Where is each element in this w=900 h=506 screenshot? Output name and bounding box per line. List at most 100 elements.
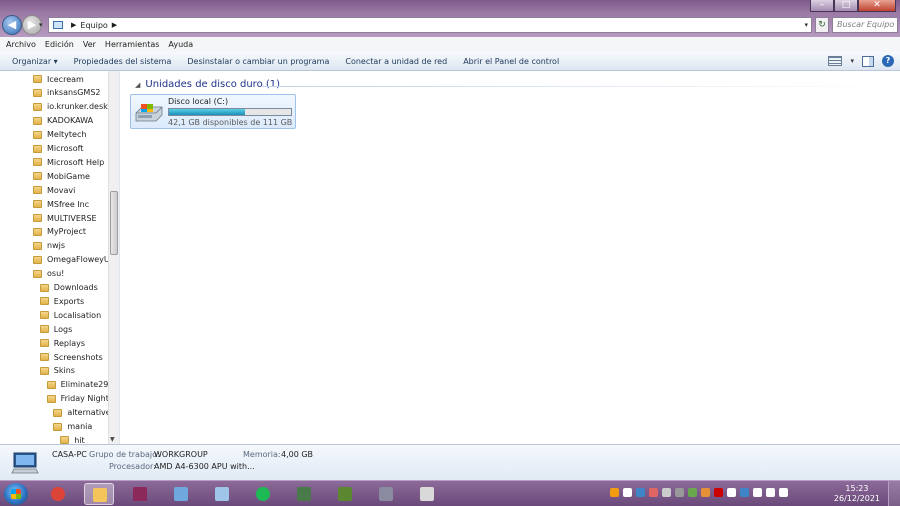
tray-icon[interactable]: [753, 488, 762, 497]
tree-folder-label: Meltytech: [47, 130, 87, 140]
hard-drive-icon: [135, 104, 163, 122]
clock[interactable]: 15:23 26/12/2021: [834, 484, 880, 504]
change-view-icon[interactable]: [828, 56, 843, 66]
view-dropdown-icon[interactable]: ▾: [850, 57, 854, 65]
start-button[interactable]: [4, 483, 28, 505]
scroll-down-icon[interactable]: ▼: [110, 436, 115, 443]
menu-ayuda[interactable]: Ayuda: [168, 40, 193, 49]
tray-icon[interactable]: [610, 488, 619, 497]
refresh-button[interactable]: ↻: [815, 17, 829, 33]
details-pane: CASA-PC Grupo de trabajo: WORKGROUP Memo…: [0, 444, 900, 480]
system-properties-button[interactable]: Propiedades del sistema: [74, 57, 172, 66]
tray-icon[interactable]: [623, 488, 632, 497]
tree-folder-item[interactable]: Skins: [39, 364, 75, 378]
taskbar-app-task-manager[interactable]: [289, 483, 319, 505]
tray-icon[interactable]: [649, 488, 658, 497]
folder-icon: [39, 339, 49, 348]
tree-folder-item[interactable]: Movavi: [33, 183, 75, 197]
breadcrumb-separator-icon[interactable]: ▶: [71, 21, 76, 29]
maximize-button[interactable]: □: [834, 0, 858, 12]
tray-icon[interactable]: [740, 488, 749, 497]
tray-icon[interactable]: [766, 488, 775, 497]
minimize-button[interactable]: –: [810, 0, 834, 12]
tree-folder-item[interactable]: Screenshots: [39, 350, 103, 364]
tray-icon[interactable]: [701, 488, 710, 497]
tray-icon[interactable]: [714, 488, 723, 497]
tree-folder-item[interactable]: Downloads: [39, 281, 98, 295]
tree-folder-item[interactable]: MyProject: [33, 225, 86, 239]
tray-icon[interactable]: [636, 488, 645, 497]
tree-folder-item[interactable]: MULTIVERSE: [33, 211, 97, 225]
tree-folder-item[interactable]: Localisation: [39, 308, 101, 322]
tree-folder-item[interactable]: Replays: [39, 336, 85, 350]
taskbar-app-mouse[interactable]: [371, 483, 401, 505]
drive-usage-bar: [168, 108, 292, 116]
tree-folder-item[interactable]: nwjs: [33, 239, 65, 253]
breadcrumb-equipo[interactable]: Equipo: [80, 21, 107, 30]
open-control-panel-button[interactable]: Abrir el Panel de control: [463, 57, 559, 66]
group-divider: [261, 86, 891, 87]
tray-icon[interactable]: [662, 488, 671, 497]
menu-herramientas[interactable]: Herramientas: [105, 40, 160, 49]
tree-folder-item[interactable]: osu!: [33, 267, 64, 281]
tree-folder-item[interactable]: mania: [53, 420, 92, 434]
computer-name: CASA-PC: [52, 450, 87, 459]
organize-button[interactable]: Organizar ▾: [12, 57, 58, 66]
breadcrumb-chevron-icon[interactable]: ▶: [112, 21, 117, 29]
tree-folder-item[interactable]: hit: [60, 433, 85, 444]
tree-folder-item[interactable]: Exports: [39, 294, 84, 308]
uninstall-program-button[interactable]: Desinstalar o cambiar un programa: [187, 57, 329, 66]
search-input[interactable]: Buscar Equipo: [832, 17, 898, 33]
tree-folder-item[interactable]: Microsoft Help: [33, 155, 104, 169]
group-header[interactable]: ◢ Unidades de disco duro (1): [135, 79, 280, 90]
nav-scroll-thumb[interactable]: [110, 191, 118, 255]
drive-c-tile[interactable]: Disco local (C:) 42,1 GB disponibles de …: [130, 94, 296, 129]
close-button[interactable]: ✕: [858, 0, 896, 12]
taskbar-app-chrome[interactable]: [43, 483, 73, 505]
tree-folder-item[interactable]: MobiGame: [33, 169, 90, 183]
taskbar-app-spotify[interactable]: [248, 483, 278, 505]
taskbar-app-winamp[interactable]: [412, 483, 442, 505]
tree-folder-item[interactable]: io.krunker.desktop: [33, 100, 119, 114]
tree-folder-label: MobiGame: [47, 171, 90, 181]
help-icon[interactable]: ?: [882, 55, 894, 67]
tray-icon[interactable]: [675, 488, 684, 497]
menu-edicion[interactable]: Edición: [45, 40, 74, 49]
tree-folder-label: inksansGMS2: [47, 88, 101, 98]
preview-pane-icon[interactable]: [862, 55, 874, 67]
drive-usage-fill: [169, 109, 245, 115]
menu-archivo[interactable]: Archivo: [6, 40, 36, 49]
taskbar-app-notepad[interactable]: [207, 483, 237, 505]
processor-label: Procesador:: [109, 462, 156, 471]
tree-folder-item[interactable]: Microsoft: [33, 142, 83, 156]
folder-icon: [39, 283, 49, 292]
tree-folder-item[interactable]: OmegaFloweyUndertale: [33, 253, 119, 267]
tree-folder-label: Skins: [53, 366, 75, 376]
tree-folder-item[interactable]: MSfree Inc: [33, 197, 89, 211]
address-bar[interactable]: ▶ Equipo ▶ ▾: [48, 17, 812, 33]
tree-folder-item[interactable]: Icecream: [33, 72, 84, 86]
tree-folder-item[interactable]: Logs: [39, 322, 72, 336]
back-button[interactable]: ◀: [2, 15, 22, 35]
taskbar-app-winrar[interactable]: [125, 483, 155, 505]
taskbar-app-minecraft[interactable]: [330, 483, 360, 505]
folder-icon: [33, 144, 42, 153]
nav-scrollbar[interactable]: ▼: [108, 71, 119, 444]
taskbar-app-explorer[interactable]: [84, 483, 114, 505]
recent-pages-dropdown[interactable]: ▾: [39, 21, 43, 29]
collapse-group-icon[interactable]: ◢: [135, 81, 140, 89]
taskbar-app-paint[interactable]: [166, 483, 196, 505]
tree-folder-item[interactable]: KADOKAWA: [33, 114, 93, 128]
folder-icon: [33, 158, 42, 167]
tray-icon[interactable]: [688, 488, 697, 497]
menu-ver[interactable]: Ver: [83, 40, 96, 49]
address-dropdown-icon[interactable]: ▾: [804, 21, 808, 29]
tray-icon[interactable]: [779, 488, 788, 497]
tree-folder-item[interactable]: alternative-f: [53, 406, 116, 420]
map-network-drive-button[interactable]: Conectar a unidad de red: [345, 57, 447, 66]
tree-folder-item[interactable]: inksansGMS2: [33, 86, 101, 100]
tray-icon[interactable]: [727, 488, 736, 497]
show-desktop-button[interactable]: [888, 481, 900, 506]
tree-folder-item[interactable]: Meltytech: [33, 128, 86, 142]
folder-icon: [33, 116, 42, 125]
